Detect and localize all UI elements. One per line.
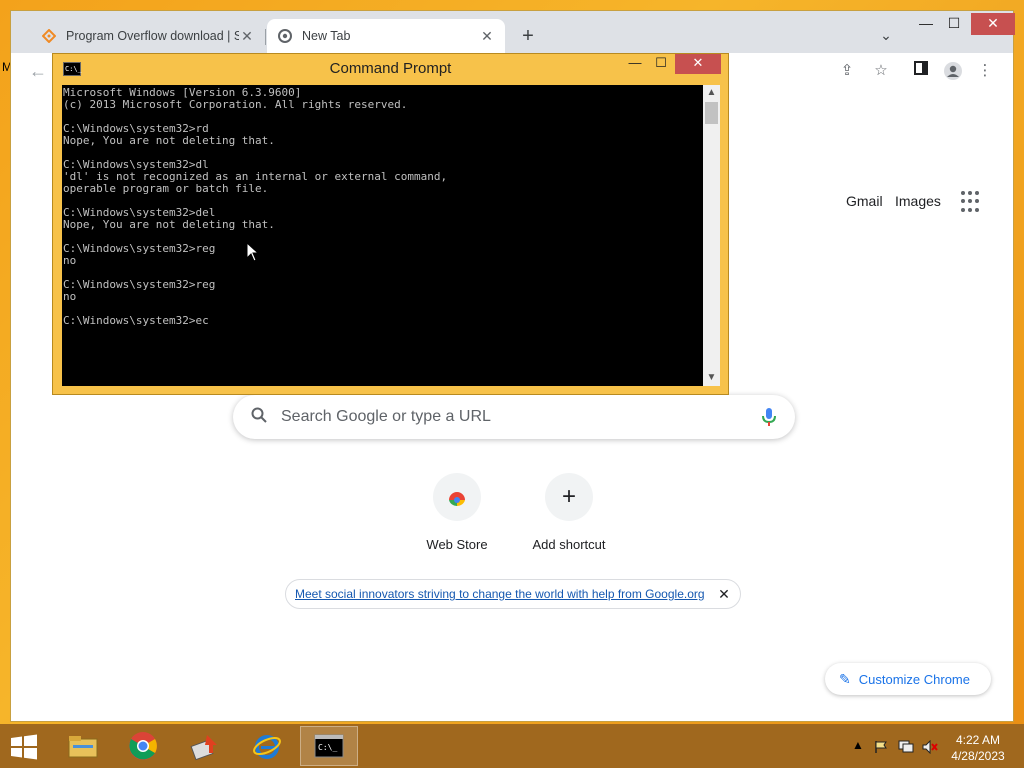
- more-vert-icon[interactable]: ⋮: [975, 61, 995, 81]
- customize-label: Customize Chrome: [858, 671, 970, 687]
- gmail-link[interactable]: Gmail: [846, 193, 883, 209]
- tab-separator: [265, 29, 266, 45]
- scroll-thumb[interactable]: [705, 102, 718, 124]
- search-icon: [249, 407, 269, 427]
- chrome-icon: [277, 28, 293, 44]
- side-panel-icon[interactable]: [911, 61, 931, 81]
- clock-date: 4/28/2023: [951, 749, 1005, 763]
- network-icon[interactable]: [898, 740, 914, 757]
- search-placeholder: Search Google or type a URL: [281, 408, 491, 425]
- customize-chrome-button[interactable]: ✎ Customize Chrome: [825, 663, 991, 695]
- close-icon[interactable]: ✕: [479, 28, 495, 44]
- tab-program-overflow[interactable]: Program Overflow download | Sc ✕: [31, 19, 265, 53]
- command-prompt-window: C:\_ Command Prompt — ☐ ✕ Microsoft Wind…: [52, 53, 729, 395]
- file-explorer-icon[interactable]: [54, 726, 112, 766]
- scroll-down-arrow-icon[interactable]: ▼: [703, 370, 720, 386]
- window-close-icon[interactable]: ✕: [971, 13, 1015, 35]
- maximize-icon[interactable]: ☐: [937, 13, 971, 35]
- clock-time: 4:22 AM: [955, 733, 1001, 747]
- plus-icon: +: [545, 473, 593, 521]
- system-clock[interactable]: 4:22 AM 4/28/2023: [940, 732, 1016, 764]
- command-prompt-taskbar-icon[interactable]: C:\_: [300, 726, 358, 766]
- window-close-icon[interactable]: ✕: [675, 54, 721, 74]
- close-icon[interactable]: ✕: [717, 586, 731, 603]
- promo-banner: Meet social innovators striving to chang…: [285, 579, 741, 609]
- tab-strip: Program Overflow download | Sc ✕ New Tab…: [11, 11, 1015, 53]
- apps-grid-icon[interactable]: [961, 191, 983, 213]
- minimize-icon[interactable]: —: [625, 54, 645, 74]
- svg-text:C:\_: C:\_: [318, 743, 337, 752]
- scroll-up-arrow-icon[interactable]: ▲: [703, 85, 720, 101]
- volume-muted-icon[interactable]: [922, 739, 938, 757]
- show-hidden-icons-icon[interactable]: ▲: [852, 738, 864, 752]
- console-output[interactable]: Microsoft Windows [Version 6.3.9600] (c)…: [62, 85, 703, 386]
- windows-start-icon[interactable]: [10, 734, 38, 760]
- tab-title: New Tab: [302, 29, 351, 43]
- images-link[interactable]: Images: [895, 193, 941, 209]
- maximize-icon[interactable]: ☐: [651, 54, 671, 74]
- cmd-titlebar[interactable]: C:\_ Command Prompt — ☐ ✕: [53, 54, 728, 84]
- pencil-icon: ✎: [839, 670, 851, 687]
- new-tab-plus-icon[interactable]: +: [517, 25, 539, 47]
- star-icon[interactable]: ☆: [871, 61, 891, 81]
- internet-explorer-icon[interactable]: [238, 726, 296, 766]
- search-box[interactable]: Search Google or type a URL: [233, 395, 795, 439]
- chevron-down-icon[interactable]: ⌄: [877, 27, 895, 45]
- taskbar: C:\_ ▲ 4:22 AM 4/28/2023: [0, 724, 1024, 768]
- shortcut-label: Web Store: [426, 537, 488, 552]
- console-text: Microsoft Windows [Version 6.3.9600] (c)…: [63, 86, 448, 327]
- chrome-taskbar-icon[interactable]: [114, 726, 172, 766]
- cmd-scrollbar[interactable]: ▲ ▼: [703, 85, 720, 386]
- diamond-icon: [41, 28, 57, 44]
- back-arrow-icon[interactable]: ←: [29, 61, 47, 82]
- profile-avatar-icon[interactable]: [943, 61, 963, 81]
- shortcut-web-store[interactable]: Web Store: [401, 473, 513, 552]
- tab-title: Program Overflow download | Sc: [66, 29, 239, 43]
- shortcut-add[interactable]: + Add shortcut: [513, 473, 625, 552]
- share-icon[interactable]: ⇪: [837, 61, 857, 81]
- microphone-icon[interactable]: [759, 406, 779, 428]
- web-store-icon: [433, 473, 481, 521]
- close-icon[interactable]: ✕: [239, 28, 255, 44]
- promo-link[interactable]: Meet social innovators striving to chang…: [295, 587, 717, 601]
- mouse-pointer-icon: [246, 241, 260, 262]
- shortcut-label: Add shortcut: [532, 537, 606, 552]
- network-setup-icon[interactable]: [176, 726, 234, 766]
- tab-new-tab[interactable]: New Tab ✕: [267, 19, 505, 53]
- action-center-flag-icon[interactable]: [874, 740, 888, 757]
